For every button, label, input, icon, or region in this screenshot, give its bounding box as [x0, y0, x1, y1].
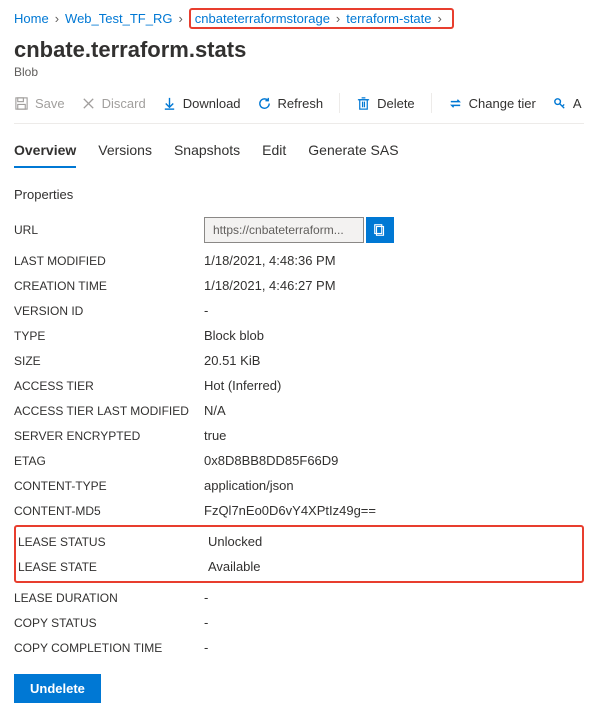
copy-button[interactable] — [366, 217, 394, 243]
tabs: Overview Versions Snapshots Edit Generat… — [14, 142, 584, 169]
copy-completion-value: - — [204, 640, 208, 655]
acquire-lease-button[interactable]: A — [552, 96, 582, 111]
property-row: ETAG0x8D8BB8DD85F66D9 — [14, 448, 584, 473]
last-modified-value: 1/18/2021, 4:48:36 PM — [204, 253, 336, 268]
breadcrumb-highlight: cnbateterraformstorage › terraform-state… — [189, 8, 454, 29]
acquire-label: A — [573, 96, 582, 111]
copy-status-label: COPY STATUS — [14, 616, 204, 630]
refresh-icon — [257, 96, 272, 111]
type-label: TYPE — [14, 329, 204, 343]
content-type-label: CONTENT-TYPE — [14, 479, 204, 493]
delete-label: Delete — [377, 96, 415, 111]
property-row: CREATION TIME1/18/2021, 4:46:27 PM — [14, 273, 584, 298]
tab-snapshots[interactable]: Snapshots — [174, 142, 240, 168]
property-row: LEASE DURATION- — [14, 585, 584, 610]
server-encrypted-value: true — [204, 428, 226, 443]
lease-duration-label: LEASE DURATION — [14, 591, 204, 605]
copy-icon — [373, 223, 387, 237]
lease-status-label: LEASE STATUS — [18, 535, 208, 549]
chevron-right-icon: › — [55, 11, 59, 26]
toolbar: Save Discard Download Refresh Delete Cha… — [14, 93, 584, 124]
property-row: COPY STATUS- — [14, 610, 584, 635]
property-row-url: URL https://cnbateterraform... — [14, 212, 584, 248]
close-icon — [81, 96, 96, 111]
property-row: LAST MODIFIED1/18/2021, 4:48:36 PM — [14, 248, 584, 273]
lease-highlight: LEASE STATUSUnlocked LEASE STATEAvailabl… — [14, 525, 584, 583]
breadcrumb-storage[interactable]: cnbateterraformstorage — [195, 11, 330, 26]
access-tier-label: ACCESS TIER — [14, 379, 204, 393]
page-title: cnbate.terraform.stats — [14, 37, 584, 63]
save-button: Save — [14, 96, 65, 111]
url-label: URL — [14, 223, 204, 237]
property-row: CONTENT-TYPEapplication/json — [14, 473, 584, 498]
property-row: LEASE STATUSUnlocked — [18, 529, 580, 554]
property-row: SIZE20.51 KiB — [14, 348, 584, 373]
tab-versions[interactable]: Versions — [98, 142, 152, 168]
breadcrumb: Home › Web_Test_TF_RG › cnbateterraforms… — [14, 8, 584, 29]
access-tier-lm-label: ACCESS TIER LAST MODIFIED — [14, 404, 204, 418]
size-value: 20.51 KiB — [204, 353, 260, 368]
server-encrypted-label: SERVER ENCRYPTED — [14, 429, 204, 443]
download-label: Download — [183, 96, 241, 111]
delete-button[interactable]: Delete — [356, 96, 415, 111]
content-md5-label: CONTENT-MD5 — [14, 504, 204, 518]
properties-header: Properties — [14, 187, 584, 202]
lease-duration-value: - — [204, 590, 208, 605]
version-id-value: - — [204, 303, 208, 318]
breadcrumb-rg[interactable]: Web_Test_TF_RG — [65, 11, 172, 26]
size-label: SIZE — [14, 354, 204, 368]
tab-generate-sas[interactable]: Generate SAS — [308, 142, 398, 168]
creation-time-label: CREATION TIME — [14, 279, 204, 293]
etag-value: 0x8D8BB8DD85F66D9 — [204, 453, 338, 468]
tab-overview[interactable]: Overview — [14, 142, 76, 168]
lease-state-value: Available — [208, 559, 261, 574]
property-row: SERVER ENCRYPTEDtrue — [14, 423, 584, 448]
lease-icon — [552, 96, 567, 111]
content-type-value: application/json — [204, 478, 294, 493]
breadcrumb-container[interactable]: terraform-state — [346, 11, 431, 26]
property-row: CONTENT-MD5FzQl7nEo0D6vY4XPtIz49g== — [14, 498, 584, 523]
refresh-button[interactable]: Refresh — [257, 96, 324, 111]
save-label: Save — [35, 96, 65, 111]
access-tier-value: Hot (Inferred) — [204, 378, 281, 393]
save-icon — [14, 96, 29, 111]
toolbar-separator — [431, 93, 432, 113]
change-tier-label: Change tier — [469, 96, 536, 111]
trash-icon — [356, 96, 371, 111]
version-id-label: VERSION ID — [14, 304, 204, 318]
tab-edit[interactable]: Edit — [262, 142, 286, 168]
refresh-label: Refresh — [278, 96, 324, 111]
chevron-right-icon: › — [178, 11, 182, 26]
breadcrumb-home[interactable]: Home — [14, 11, 49, 26]
property-row: ACCESS TIERHot (Inferred) — [14, 373, 584, 398]
etag-label: ETAG — [14, 454, 204, 468]
download-icon — [162, 96, 177, 111]
property-row: VERSION ID- — [14, 298, 584, 323]
lease-state-label: LEASE STATE — [18, 560, 208, 574]
discard-label: Discard — [102, 96, 146, 111]
type-value: Block blob — [204, 328, 264, 343]
page-subtitle: Blob — [14, 65, 584, 79]
copy-completion-label: COPY COMPLETION TIME — [14, 641, 204, 655]
property-row: ACCESS TIER LAST MODIFIEDN/A — [14, 398, 584, 423]
property-row: TYPEBlock blob — [14, 323, 584, 348]
chevron-right-icon: › — [438, 11, 442, 26]
discard-button: Discard — [81, 96, 146, 111]
property-row: LEASE STATEAvailable — [18, 554, 580, 579]
toolbar-separator — [339, 93, 340, 113]
chevron-right-icon: › — [336, 11, 340, 26]
property-row: COPY COMPLETION TIME- — [14, 635, 584, 660]
swap-icon — [448, 96, 463, 111]
creation-time-value: 1/18/2021, 4:46:27 PM — [204, 278, 336, 293]
download-button[interactable]: Download — [162, 96, 241, 111]
content-md5-value: FzQl7nEo0D6vY4XPtIz49g== — [204, 503, 376, 518]
last-modified-label: LAST MODIFIED — [14, 254, 204, 268]
url-input[interactable]: https://cnbateterraform... — [204, 217, 364, 243]
undelete-button[interactable]: Undelete — [14, 674, 101, 703]
access-tier-lm-value: N/A — [204, 403, 226, 418]
copy-status-value: - — [204, 615, 208, 630]
change-tier-button[interactable]: Change tier — [448, 96, 536, 111]
lease-status-value: Unlocked — [208, 534, 262, 549]
